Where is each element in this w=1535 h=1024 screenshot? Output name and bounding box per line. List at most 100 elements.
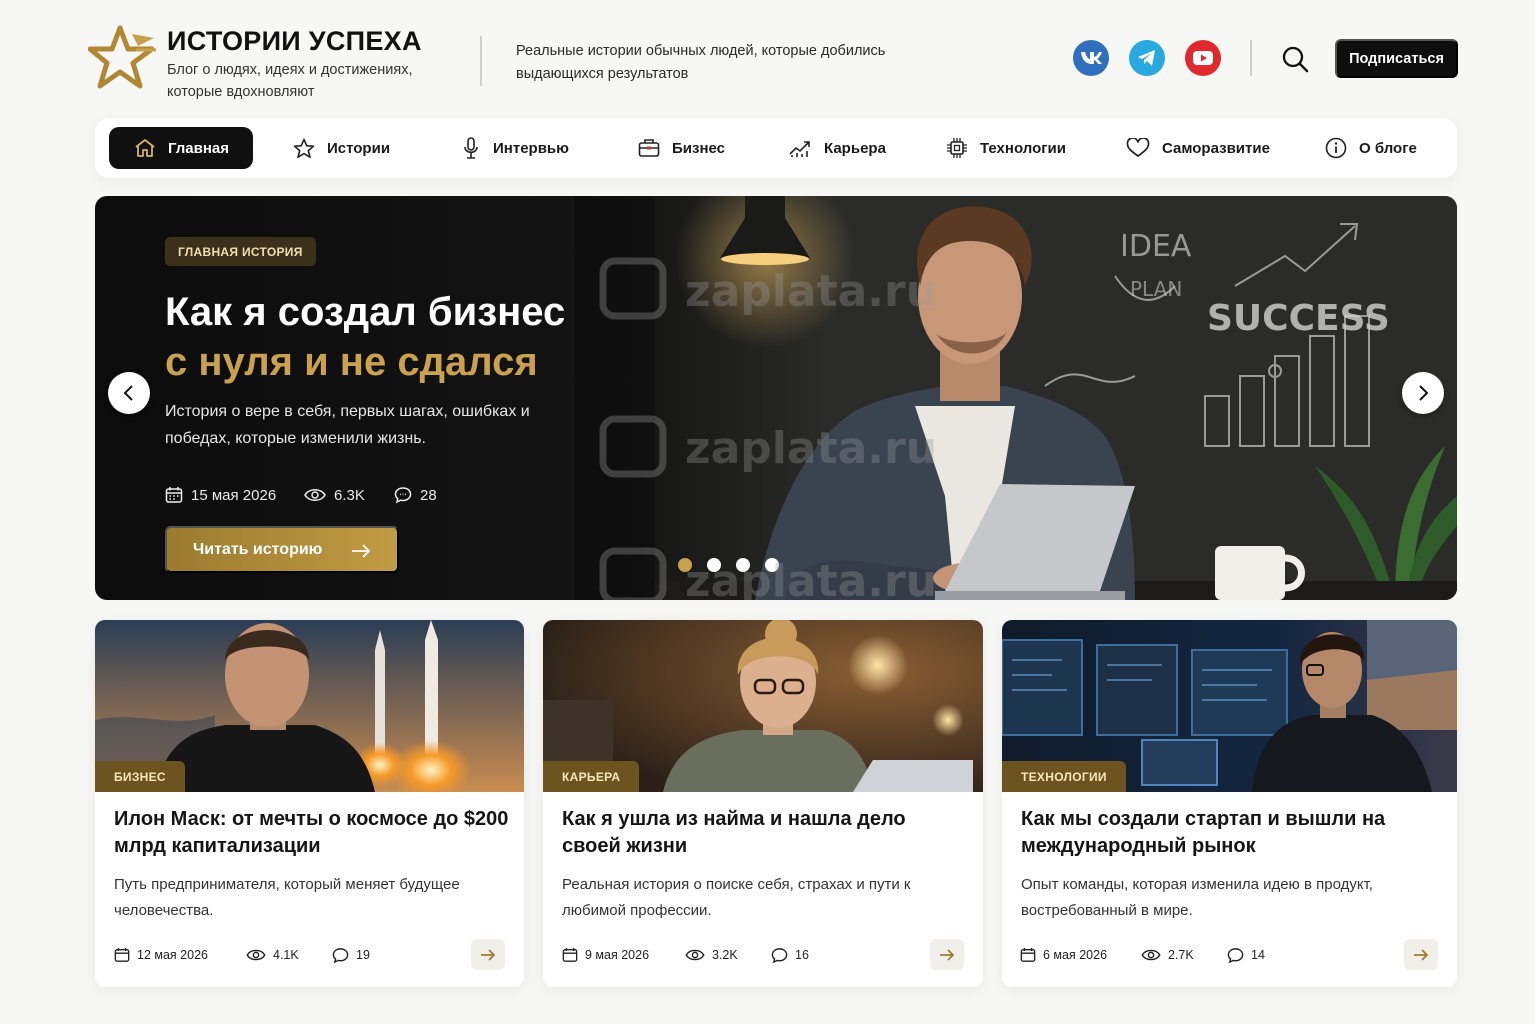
header-description: Реальные истории обычных людей, которые … xyxy=(516,43,886,82)
card-views: 3.2K xyxy=(685,945,738,965)
nav-item-stories[interactable]: Истории xyxy=(293,127,390,169)
card-description: Реальная история о поиске себя, страхах … xyxy=(562,876,911,919)
nav-item-interview[interactable]: Интервью xyxy=(461,127,569,169)
star-icon xyxy=(293,138,315,158)
watermark-text: zaplata.ru xyxy=(685,556,937,600)
calendar-icon xyxy=(562,947,578,962)
info-icon xyxy=(1325,137,1347,159)
nav-item-label: Интервью xyxy=(493,139,569,157)
story-card[interactable]: КАРЬЕРА Как я ушла из найма и нашла дело… xyxy=(543,620,983,987)
comment-icon xyxy=(394,487,412,504)
nav-item-career[interactable]: Карьера xyxy=(788,127,886,169)
card-comments: 19 xyxy=(332,945,370,965)
comment-icon xyxy=(771,947,788,963)
card-date-text: 9 мая 2026 xyxy=(585,948,650,962)
calendar-icon xyxy=(1020,947,1036,962)
arrow-right-icon xyxy=(352,544,371,558)
hero-date-text: 15 мая 2026 xyxy=(191,486,277,504)
card-date: 12 мая 2026 xyxy=(114,945,208,965)
hero-title-line2[interactable]: с нуля и не сдался xyxy=(165,338,538,386)
read-story-label: Читать историю xyxy=(193,540,323,558)
card-date-text: 6 мая 2026 xyxy=(1043,948,1108,962)
card-title[interactable]: Как я ушла из найма и нашла дело своей ж… xyxy=(562,806,962,860)
slider-prev-button[interactable] xyxy=(108,372,150,414)
chevron-right-icon xyxy=(1419,385,1429,401)
chalk-word-idea: IDEA xyxy=(1120,229,1192,264)
comment-icon xyxy=(332,947,349,963)
nav-item-label: Бизнес xyxy=(672,139,726,157)
card-views-count: 3.2K xyxy=(712,948,738,962)
hero-date: 15 мая 2026 xyxy=(165,484,276,506)
category-badge[interactable]: КАРЬЕРА xyxy=(543,761,640,792)
card-comments: 14 xyxy=(1227,945,1265,965)
arrow-right-icon xyxy=(481,948,496,961)
calendar-icon xyxy=(114,947,130,962)
hero-title-line1[interactable]: Как я создал бизнес xyxy=(165,288,565,336)
eye-icon xyxy=(304,489,326,501)
nav-item-technology[interactable]: Технологии xyxy=(946,127,1066,169)
chevron-left-icon xyxy=(123,385,133,401)
eye-icon xyxy=(1141,949,1161,961)
card-views-count: 2.7K xyxy=(1168,948,1194,962)
briefcase-icon xyxy=(638,139,660,157)
card-comments: 16 xyxy=(771,945,809,965)
card-description: Опыт команды, которая изменила идею в пр… xyxy=(1021,876,1373,919)
hero-badge: ГЛАВНАЯ ИСТОРИЯ xyxy=(165,237,316,266)
nav-item-business[interactable]: Бизнес xyxy=(638,127,725,169)
nav-item-label: Карьера xyxy=(824,139,886,157)
nav-item-label: Технологии xyxy=(980,139,1066,157)
search-icon[interactable] xyxy=(1280,44,1310,74)
subscribe-button[interactable]: Подписаться xyxy=(1335,39,1458,78)
main-navigation: Главная Истории Интервью Бизнес Карьера … xyxy=(95,118,1457,178)
nav-item-self-development[interactable]: Саморазвитие xyxy=(1126,127,1270,169)
watermark: zaplata.ru zaplata.ru zaplata.ru xyxy=(599,257,937,600)
growth-chart-icon xyxy=(789,141,810,157)
star-logo-icon[interactable] xyxy=(88,24,158,92)
calendar-icon xyxy=(165,487,183,503)
microphone-icon xyxy=(464,137,478,159)
card-open-button[interactable] xyxy=(471,939,505,970)
story-card[interactable]: БИЗНЕС Илон Маск: от мечты о космосе до … xyxy=(95,620,524,987)
card-views-count: 4.1K xyxy=(273,948,299,962)
slider-next-button[interactable] xyxy=(1402,372,1444,414)
hero-description: История о вере в себя, первых шагах, оши… xyxy=(165,403,530,447)
card-date: 6 мая 2026 xyxy=(1020,945,1107,965)
brand-tagline: Блог о людях, идеях и достижениях, котор… xyxy=(167,62,413,100)
nav-item-about[interactable]: О блоге xyxy=(1325,127,1417,169)
category-badge[interactable]: БИЗНЕС xyxy=(95,761,185,792)
card-title[interactable]: Как мы создали стартап и вышли на междун… xyxy=(1021,806,1421,860)
eye-icon xyxy=(685,949,705,961)
header-divider xyxy=(1250,40,1252,76)
site-header: ИСТОРИИ УСПЕХА Блог о людях, идеях и дос… xyxy=(0,0,1535,110)
read-story-button[interactable]: Читать историю xyxy=(165,526,399,573)
brand-title[interactable]: ИСТОРИИ УСПЕХА xyxy=(167,26,422,57)
nav-item-label: Истории xyxy=(327,139,391,157)
comment-icon xyxy=(1227,947,1244,963)
hero-comments: 28 xyxy=(394,484,437,506)
nav-item-label: Главная xyxy=(168,139,230,157)
story-card[interactable]: ТЕХНОЛОГИИ Как мы создали стартап и вышл… xyxy=(1002,620,1457,987)
nav-item-home[interactable]: Главная xyxy=(109,127,254,169)
hero-views: 6.3K xyxy=(304,484,365,506)
card-title[interactable]: Илон Маск: от мечты о космосе до $200 мл… xyxy=(114,806,514,860)
chip-icon xyxy=(947,138,967,158)
card-open-button[interactable] xyxy=(930,939,964,970)
card-comments-count: 14 xyxy=(1251,948,1265,962)
chalk-word-success: SUCCESS xyxy=(1207,298,1390,339)
card-views: 2.7K xyxy=(1141,945,1194,965)
nav-item-label: Саморазвитие xyxy=(1162,139,1270,157)
card-date-text: 12 мая 2026 xyxy=(137,948,208,962)
home-icon xyxy=(135,139,155,157)
hero-comments-count: 28 xyxy=(420,486,437,504)
vk-icon[interactable] xyxy=(1073,40,1109,76)
card-comments-count: 16 xyxy=(795,948,809,962)
arrow-right-icon xyxy=(940,948,955,961)
youtube-icon[interactable] xyxy=(1185,40,1221,76)
card-open-button[interactable] xyxy=(1404,939,1438,970)
card-comments-count: 19 xyxy=(356,948,370,962)
category-badge[interactable]: ТЕХНОЛОГИИ xyxy=(1002,761,1126,792)
chalk-word-plan: PLAN xyxy=(1130,277,1182,301)
telegram-icon[interactable] xyxy=(1129,40,1165,76)
heart-icon xyxy=(1126,138,1150,158)
card-description: Путь предпринимателя, который меняет буд… xyxy=(114,876,460,919)
